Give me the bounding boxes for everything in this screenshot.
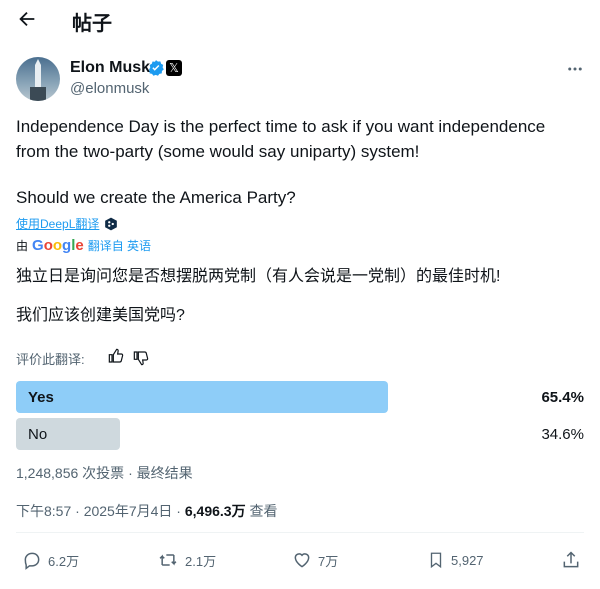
bookmark-icon — [427, 550, 445, 570]
rate-translation-label: 评价此翻译: — [16, 352, 85, 367]
deepl-translate-link[interactable]: 使用DeepL翻译 — [16, 215, 118, 232]
google-translate-attribution: 由 Google 翻译自 英语 — [16, 237, 151, 254]
post-text-line-2: from the two-party (some would say unipa… — [16, 142, 420, 161]
repost-count: 2.1万 — [185, 553, 217, 569]
deepl-link-label: 使用DeepL翻译 — [16, 217, 100, 231]
poll-bar-yes — [16, 381, 388, 413]
verified-badge-icon — [147, 59, 165, 77]
post-meta: 下午8:57 · 2025年7月4日 · 6,496.3万 查看 — [16, 501, 277, 521]
author-name[interactable]: Elon Musk — [70, 59, 150, 77]
like-button[interactable]: 7万 — [292, 550, 338, 570]
reply-button[interactable]: 6.2万 — [22, 550, 79, 570]
poll-vote-count: 1,248,856 次投票 — [16, 465, 125, 481]
heart-icon — [292, 550, 312, 570]
google-logo-letter: e — [75, 237, 84, 254]
bookmark-button[interactable]: 5,927 — [427, 550, 484, 570]
reply-count: 6.2万 — [48, 553, 80, 569]
page-title: 帖子 — [72, 13, 112, 35]
poll-option-yes-percent: 65.4% — [541, 389, 584, 406]
translated-from-label: 翻译自 英语 — [87, 239, 152, 253]
translated-line-1: 独立日是询问您是否想摆脱两党制（有人会说是一党制）的最佳时机! — [16, 268, 501, 285]
post-text-line-1: Independence Day is the perfect time to … — [16, 117, 546, 136]
google-logo-letter: o — [43, 237, 53, 254]
author-handle[interactable]: @elonmusk — [70, 80, 149, 97]
post-views-label: 查看 — [249, 503, 278, 519]
google-logo-letter: G — [32, 237, 44, 254]
x-affiliation-badge-icon: 𝕏 — [166, 60, 182, 76]
divider — [16, 532, 584, 533]
bookmark-count: 5,927 — [451, 552, 484, 568]
share-icon — [561, 550, 581, 570]
google-logo-letter: o — [52, 237, 63, 254]
reply-icon — [22, 550, 42, 570]
poll-status: · 最终结果 — [128, 465, 193, 481]
poll-option-no-percent: 34.6% — [541, 426, 584, 443]
repost-icon — [157, 550, 179, 570]
poll-option-no-label: No — [28, 426, 48, 443]
translated-line-2: 我们应该创建美国党吗? — [16, 307, 185, 324]
by-prefix: 由 — [16, 239, 29, 253]
post-date[interactable]: · 2025年7月4日 · — [75, 503, 181, 519]
thumbs-down-icon[interactable] — [133, 350, 149, 366]
post-text-line-3: Should we create the America Party? — [16, 188, 296, 207]
post-time[interactable]: 下午8:57 — [16, 503, 71, 519]
back-arrow-icon[interactable] — [16, 8, 38, 30]
thumbs-up-icon[interactable] — [108, 348, 124, 364]
repost-button[interactable]: 2.1万 — [157, 550, 216, 570]
like-count: 7万 — [318, 553, 339, 569]
google-logo-letter: g — [62, 237, 72, 254]
deepl-logo-icon — [104, 217, 118, 231]
poll-option-yes-label: Yes — [28, 389, 54, 406]
poll-summary: 1,248,856 次投票 · 最终结果 — [16, 463, 193, 483]
post-views-count: 6,496.3万 — [184, 503, 246, 519]
share-button[interactable] — [561, 550, 581, 570]
more-options-icon[interactable] — [566, 60, 584, 78]
google-logo: Google — [32, 237, 84, 254]
avatar[interactable] — [16, 57, 60, 101]
